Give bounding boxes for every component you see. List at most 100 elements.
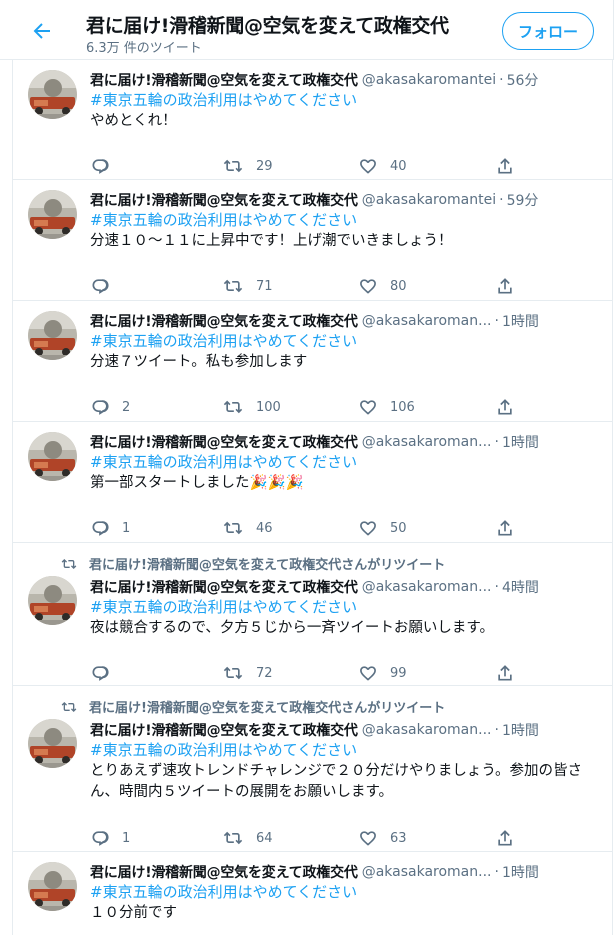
separator-dot: ·	[494, 313, 499, 329]
reply-button[interactable]	[90, 663, 122, 683]
user-handle[interactable]: @akasakaroman...	[362, 434, 492, 450]
reply-button[interactable]	[90, 156, 122, 176]
tweet-card[interactable]: 君に届け!滑稽新聞@空気を変えて政権交代さんがリツイート 君に届け!滑稽新聞@空…	[13, 544, 612, 686]
tweet-text: 第一部スタートしました🎉🎉🎉	[90, 475, 304, 491]
retweet-icon	[61, 558, 77, 569]
like-button[interactable]: 80	[358, 276, 407, 296]
like-count: 63	[390, 830, 407, 846]
like-button[interactable]: 106	[358, 397, 415, 417]
share-icon	[498, 278, 512, 294]
avatar[interactable]	[28, 862, 77, 911]
hashtag-link[interactable]: #東京五輪の政治利用はやめてください	[90, 740, 602, 761]
tweet-header: 君に届け!滑稽新聞@空気を変えて政権交代 @akasakaroman... · …	[90, 311, 602, 331]
hashtag-link[interactable]: #東京五輪の政治利用はやめてください	[90, 452, 602, 473]
user-handle[interactable]: @akasakaroman...	[362, 579, 492, 595]
hashtag-link[interactable]: #東京五輪の政治利用はやめてください	[90, 90, 602, 111]
user-name[interactable]: 君に届け!滑稽新聞@空気を変えて政権交代	[90, 720, 358, 740]
share-button[interactable]	[495, 276, 515, 296]
tweet-card[interactable]: 君に届け!滑稽新聞@空気を変えて政権交代 @akasakaroman... · …	[13, 302, 612, 422]
separator-dot: ·	[494, 434, 499, 450]
like-button[interactable]: 50	[358, 518, 407, 538]
user-name[interactable]: 君に届け!滑稽新聞@空気を変えて政権交代	[90, 432, 358, 452]
tweet-time[interactable]: 59分	[507, 190, 539, 210]
tweet-count: 6.3万 件のツイート	[86, 41, 202, 56]
retweet-button[interactable]: 100	[222, 397, 281, 417]
tweet-text: とりあえず速攻トレンドチャレンジで２０分だけやりましょう。参加の皆さん、時間内５…	[90, 763, 582, 800]
hashtag-link[interactable]: #東京五輪の政治利用はやめてください	[90, 210, 602, 231]
retweet-count: 29	[256, 158, 273, 174]
share-icon	[498, 399, 512, 415]
retweet-context-label[interactable]: 君に届け!滑稽新聞@空気を変えて政権交代さんがリツイート	[89, 554, 445, 573]
like-button[interactable]: 63	[358, 828, 407, 848]
avatar[interactable]	[28, 190, 77, 239]
reply-button[interactable]: 1	[90, 518, 130, 538]
tweet-time[interactable]: 1時間	[502, 432, 539, 452]
reply-button[interactable]: 2	[90, 397, 130, 417]
user-handle[interactable]: @akasakaroman...	[362, 722, 492, 738]
tweet-card[interactable]: 君に届け!滑稽新聞@空気を変えて政権交代さんがリツイート 君に届け!滑稽新聞@空…	[13, 687, 612, 852]
tweet-card[interactable]: 君に届け!滑稽新聞@空気を変えて政権交代 @akasakaroman... · …	[13, 423, 612, 543]
tweet-header: 君に届け!滑稽新聞@空気を変えて政権交代 @akasakaroman... · …	[90, 577, 602, 597]
tweet-text: 分速７ツイート。私も参加します	[90, 354, 308, 370]
back-arrow-icon[interactable]	[30, 19, 54, 43]
share-button[interactable]	[495, 663, 515, 683]
retweet-context: 君に届け!滑稽新聞@空気を変えて政権交代さんがリツイート	[61, 554, 445, 573]
tweet-time[interactable]: 1時間	[502, 311, 539, 331]
like-icon	[360, 831, 376, 846]
reply-icon	[92, 831, 109, 846]
user-name[interactable]: 君に届け!滑稽新聞@空気を変えて政権交代	[90, 70, 358, 90]
tweet-time[interactable]: 4時間	[502, 577, 539, 597]
avatar[interactable]	[28, 311, 77, 360]
tweet-time[interactable]: 56分	[507, 70, 539, 90]
hashtag-link[interactable]: #東京五輪の政治利用はやめてください	[90, 331, 602, 352]
like-button[interactable]: 40	[358, 156, 407, 176]
retweet-icon	[223, 400, 243, 414]
user-handle[interactable]: @akasakaromantei	[362, 72, 496, 88]
avatar[interactable]	[28, 70, 77, 119]
separator-dot: ·	[499, 72, 504, 88]
avatar[interactable]	[28, 432, 77, 481]
retweet-context-label[interactable]: 君に届け!滑稽新聞@空気を変えて政権交代さんがリツイート	[89, 697, 445, 716]
tweet-card[interactable]: 君に届け!滑稽新聞@空気を変えて政権交代 @akasakaroman... · …	[13, 853, 612, 935]
reply-count: 1	[122, 830, 131, 846]
user-name[interactable]: 君に届け!滑稽新聞@空気を変えて政権交代	[90, 862, 358, 882]
user-name[interactable]: 君に届け!滑稽新聞@空気を変えて政権交代	[90, 311, 358, 331]
share-button[interactable]	[495, 518, 515, 538]
follow-button[interactable]: フォロー	[502, 12, 594, 50]
retweet-button[interactable]: 71	[222, 276, 273, 296]
hashtag-link[interactable]: #東京五輪の政治利用はやめてください	[90, 597, 602, 618]
like-button[interactable]: 99	[358, 663, 407, 683]
retweet-icon	[223, 279, 243, 293]
retweet-count: 64	[256, 830, 273, 846]
retweet-icon	[223, 521, 243, 535]
like-icon	[360, 400, 376, 415]
hashtag-link[interactable]: #東京五輪の政治利用はやめてください	[90, 882, 602, 903]
user-handle[interactable]: @akasakaromantei	[362, 192, 496, 208]
retweet-button[interactable]: 72	[222, 663, 273, 683]
reply-button[interactable]: 1	[90, 828, 130, 848]
retweet-button[interactable]: 46	[222, 518, 273, 538]
user-name[interactable]: 君に届け!滑稽新聞@空気を変えて政権交代	[90, 190, 358, 210]
retweet-button[interactable]: 29	[222, 156, 273, 176]
user-handle[interactable]: @akasakaroman...	[362, 864, 492, 880]
avatar[interactable]	[28, 719, 77, 768]
like-icon	[360, 279, 376, 294]
reply-icon	[92, 279, 109, 294]
share-button[interactable]	[495, 828, 515, 848]
share-button[interactable]	[495, 156, 515, 176]
tweet-card[interactable]: 君に届け!滑稽新聞@空気を変えて政権交代 @akasakaromantei · …	[13, 61, 612, 180]
like-icon	[360, 666, 376, 681]
tweet-text: １０分前です	[90, 905, 177, 921]
user-name[interactable]: 君に届け!滑稽新聞@空気を変えて政権交代	[90, 577, 358, 597]
tweet-time[interactable]: 1時間	[502, 862, 539, 882]
tweet-actions: 1 46 50	[90, 518, 530, 538]
avatar[interactable]	[28, 576, 77, 625]
user-handle[interactable]: @akasakaroman...	[362, 313, 492, 329]
like-count: 80	[390, 278, 407, 294]
tweet-time[interactable]: 1時間	[502, 720, 539, 740]
tweet-text: 夜は競合するので、夕方５じから一斉ツイートお願いします。	[90, 620, 494, 636]
share-button[interactable]	[495, 397, 515, 417]
retweet-button[interactable]: 64	[222, 828, 273, 848]
reply-button[interactable]	[90, 276, 122, 296]
tweet-card[interactable]: 君に届け!滑稽新聞@空気を変えて政権交代 @akasakaromantei · …	[13, 181, 612, 301]
